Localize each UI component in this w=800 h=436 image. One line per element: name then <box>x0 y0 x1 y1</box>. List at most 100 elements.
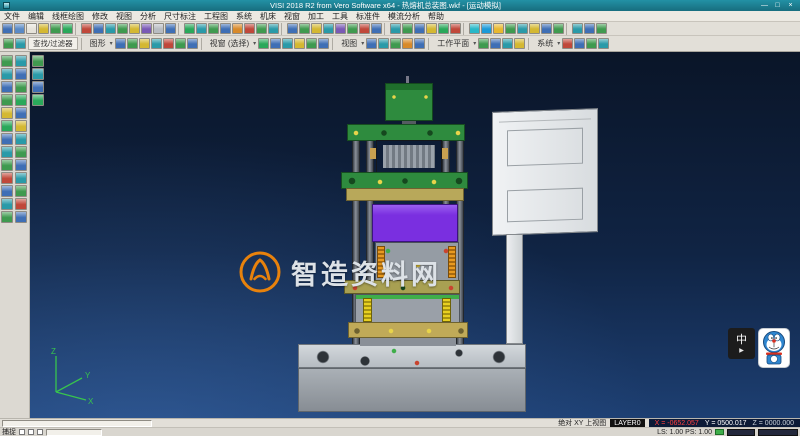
toolbar-icon[interactable] <box>270 38 281 49</box>
toolbar-icon[interactable] <box>15 94 27 106</box>
toolbar-icon[interactable] <box>574 38 585 49</box>
toolbar-icon[interactable] <box>1 185 13 197</box>
model-vertical-strip[interactable] <box>506 234 523 344</box>
model-base-top[interactable] <box>298 344 526 368</box>
menu-item[interactable]: 文件 <box>0 11 24 22</box>
toolbar-icon[interactable] <box>175 38 186 49</box>
menu-item[interactable]: 线框绘图 <box>48 11 88 22</box>
toolbar-icon[interactable] <box>311 23 322 34</box>
menu-item[interactable]: 视窗 <box>280 11 304 22</box>
toolbar-icon[interactable] <box>15 81 27 93</box>
toolbar-icon[interactable] <box>15 107 27 119</box>
toolbar-icon[interactable] <box>32 68 44 80</box>
toolbar-icon[interactable] <box>390 23 401 34</box>
toolbar-icon[interactable] <box>502 38 513 49</box>
toolbar-group-window-select[interactable]: 视窗 (选择) <box>208 38 252 49</box>
toolbar-icon[interactable] <box>32 55 44 67</box>
model-side-panel[interactable] <box>492 108 598 236</box>
toolbar-icon[interactable] <box>514 38 525 49</box>
toolbar-icon[interactable] <box>426 23 437 34</box>
toolbar-icon[interactable] <box>596 23 607 34</box>
toolbar-icon[interactable] <box>2 23 13 34</box>
toolbar-icon[interactable] <box>165 23 176 34</box>
snap-toggle[interactable] <box>28 429 34 435</box>
toolbar-icon[interactable] <box>1 146 13 158</box>
menu-item[interactable]: 视图 <box>112 11 136 22</box>
menu-item[interactable]: 加工 <box>304 11 328 22</box>
toolbar-icon[interactable] <box>1 94 13 106</box>
toolbar-icon[interactable] <box>163 38 174 49</box>
model-backing-plate[interactable] <box>346 188 464 201</box>
ime-indicator[interactable]: 中 ▶ <box>728 328 755 359</box>
model-top-motor-box[interactable] <box>385 83 433 121</box>
toolbar-icon[interactable] <box>572 23 583 34</box>
model-purple-block[interactable] <box>372 204 458 242</box>
toolbar-icon[interactable] <box>390 38 401 49</box>
toolbar-icon[interactable] <box>584 23 595 34</box>
toolbar-icon[interactable] <box>371 23 382 34</box>
toolbar-icon[interactable] <box>1 81 13 93</box>
menu-item[interactable]: 标准件 <box>352 11 384 22</box>
toolbar-icon[interactable] <box>15 172 27 184</box>
toolbar-icon[interactable] <box>505 23 516 34</box>
close-button[interactable]: × <box>784 1 797 11</box>
toolbar-icon[interactable] <box>481 23 492 34</box>
toolbar-icon[interactable] <box>15 120 27 132</box>
toolbar-icon[interactable] <box>184 23 195 34</box>
toolbar-icon[interactable] <box>586 38 597 49</box>
command-input[interactable] <box>2 420 152 427</box>
toolbar-icon[interactable] <box>450 23 461 34</box>
toolbar-group-view[interactable]: 视图 <box>339 38 359 49</box>
toolbar-icon[interactable] <box>32 94 44 106</box>
toolbar-icon[interactable] <box>1 198 13 210</box>
maximize-button[interactable]: □ <box>771 1 784 11</box>
toolbar-icon[interactable] <box>129 23 140 34</box>
toolbar-icon[interactable] <box>15 146 27 158</box>
toolbar-icon[interactable] <box>402 38 413 49</box>
toolbar-icon[interactable] <box>232 23 243 34</box>
toolbar-icon[interactable] <box>282 38 293 49</box>
menu-item[interactable]: 帮助 <box>424 11 448 22</box>
toolbar-icon[interactable] <box>15 198 27 210</box>
snap-toggle[interactable] <box>37 429 43 435</box>
toolbar-icon[interactable] <box>15 38 26 49</box>
model-spring[interactable] <box>442 298 451 322</box>
toolbar-icon[interactable] <box>258 38 269 49</box>
toolbar-icon[interactable] <box>15 55 27 67</box>
toolbar-icon[interactable] <box>490 38 501 49</box>
toolbar-icon[interactable] <box>347 23 358 34</box>
model-base-front[interactable] <box>298 368 526 412</box>
model-connector-block[interactable] <box>376 140 442 173</box>
toolbar-icon[interactable] <box>1 159 13 171</box>
toolbar-icon[interactable] <box>105 23 116 34</box>
menu-item[interactable]: 工具 <box>328 11 352 22</box>
model-spring[interactable] <box>448 246 456 278</box>
toolbar-icon[interactable] <box>1 211 13 223</box>
toolbar-icon[interactable] <box>287 23 298 34</box>
toolbar-icon[interactable] <box>335 23 346 34</box>
toolbar-group-workplane[interactable]: 工作平面 <box>435 38 471 49</box>
toolbar-icon[interactable] <box>1 55 13 67</box>
model-spring[interactable] <box>363 298 372 322</box>
toolbar-icon[interactable] <box>256 23 267 34</box>
toolbar-icon[interactable] <box>414 38 425 49</box>
toolbar-icon[interactable] <box>414 23 425 34</box>
toolbar-icon[interactable] <box>196 23 207 34</box>
toolbar-icon[interactable] <box>38 23 49 34</box>
menu-item[interactable]: 修改 <box>88 11 112 22</box>
toolbar-icon[interactable] <box>529 23 540 34</box>
toolbar-icon[interactable] <box>220 23 231 34</box>
toolbar-icon[interactable] <box>1 172 13 184</box>
snap-input[interactable] <box>46 429 102 436</box>
toolbar-icon[interactable] <box>517 23 528 34</box>
toolbar-icon[interactable] <box>294 38 305 49</box>
toolbar-icon[interactable] <box>15 68 27 80</box>
menu-item[interactable]: 编辑 <box>24 11 48 22</box>
toolbar-icon[interactable] <box>1 120 13 132</box>
model-lower-plate[interactable] <box>348 322 468 338</box>
toolbar-icon[interactable] <box>127 38 138 49</box>
toolbar-icon[interactable] <box>244 23 255 34</box>
toolbar-icon[interactable] <box>62 23 73 34</box>
toolbar-group-graphics[interactable]: 图形 <box>88 38 108 49</box>
toolbar-icon[interactable] <box>306 38 317 49</box>
